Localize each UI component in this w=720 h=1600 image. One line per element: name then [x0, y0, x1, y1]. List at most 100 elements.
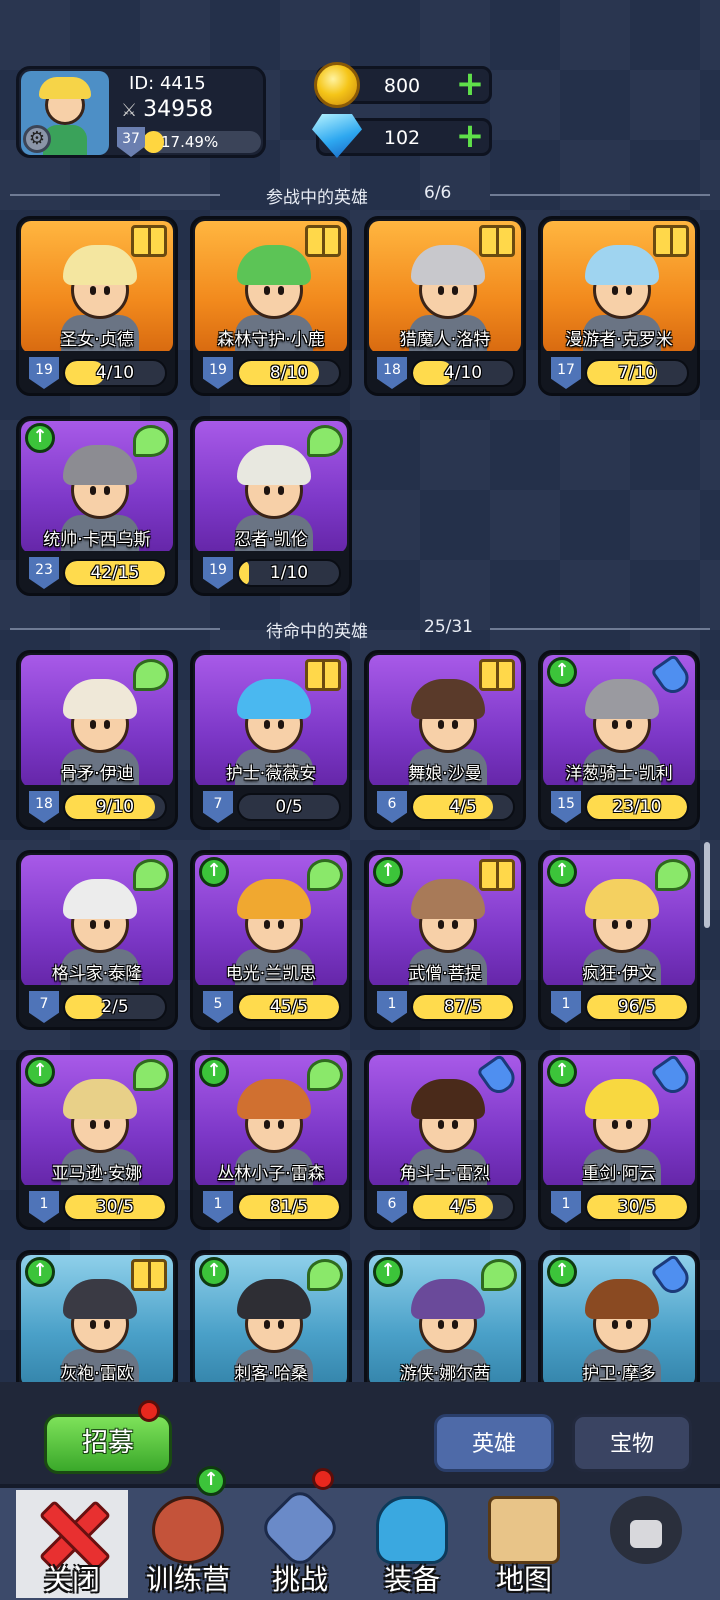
hero-progress-row: 6 4/5: [367, 1185, 523, 1227]
hero-shard-count: 7/10: [617, 363, 657, 383]
skill-book-icon: [131, 225, 167, 257]
hero-shard-bar: 4/10: [63, 359, 167, 387]
hero-card[interactable]: 护士·薇薇安 7 0/5: [190, 650, 352, 830]
hero-name: 武僧·菩提: [408, 964, 482, 984]
hero-name: 猎魔人·洛特: [399, 330, 491, 350]
add-gold-button[interactable]: +: [455, 67, 485, 101]
hero-progress-row: 1 87/5: [367, 985, 523, 1027]
player-id: ID: 4415: [129, 73, 206, 94]
hero-shard-count: 42/15: [90, 563, 140, 583]
hero-card[interactable]: 忍者·凯伦 19 1/10: [190, 416, 352, 596]
hero-card[interactable]: 舞娘·沙曼 6 4/5: [364, 650, 526, 830]
hero-card[interactable]: 武僧·菩提 ↑ 1 87/5: [364, 850, 526, 1030]
hero-name: 骨矛·伊迪: [60, 764, 134, 784]
upgrade-arrow-icon: ↑: [25, 1057, 55, 1087]
nav-map[interactable]: 地图: [468, 1490, 580, 1598]
hero-card[interactable]: 重剑·阿云 ↑ 1 30/5: [538, 1050, 700, 1230]
hero-level-shield-icon: 18: [377, 357, 407, 389]
scrollbar[interactable]: [704, 842, 710, 928]
wing-icon: [307, 425, 343, 457]
hero-card[interactable]: 电光·兰凯思 ↑ 5 45/5: [190, 850, 352, 1030]
hero-level-shield-icon: 15: [551, 791, 581, 823]
hero-shard-count: 0/5: [275, 797, 303, 817]
hero-card[interactable]: 角斗士·雷烈 6 4/5: [364, 1050, 526, 1230]
nav-challenge[interactable]: 挑战: [244, 1468, 356, 1598]
close-x-icon: [38, 1500, 104, 1566]
active-heroes-header: 参战中的英雄 6/6: [0, 183, 720, 208]
hero-level-shield-icon: 17: [551, 357, 581, 389]
hero-progress-row: 1 30/5: [541, 1185, 697, 1227]
armor-icon: [376, 1496, 448, 1564]
hero-name: 重剑·阿云: [582, 1164, 656, 1184]
hero-card[interactable]: 洋葱骑士·凯利 ↑ 15 23/10: [538, 650, 700, 830]
hero-progress-row: 18 9/10: [19, 785, 175, 827]
wing-icon: [655, 859, 691, 891]
skill-book-icon: [131, 1259, 167, 1291]
hero-hair: [585, 245, 659, 285]
gold-coin-icon: [314, 62, 360, 108]
hero-hair: [63, 1279, 137, 1319]
upgrade-arrow-icon: ↑: [547, 857, 577, 887]
hero-card[interactable]: 亚马逊·安娜 ↑ 1 30/5: [16, 1050, 178, 1230]
hero-progress-row: 19 1/10: [193, 551, 349, 593]
hero-level-shield-icon: 5: [203, 991, 233, 1023]
hero-hair: [411, 1279, 485, 1319]
recruit-button[interactable]: 招募: [44, 1414, 172, 1474]
nav-equipment[interactable]: 装备: [356, 1490, 468, 1598]
hero-hair: [63, 879, 137, 919]
tab-heroes[interactable]: 英雄: [434, 1414, 554, 1472]
challenge-notification-dot: [312, 1468, 334, 1490]
standby-heroes-title: 待命中的英雄: [266, 622, 368, 642]
hero-name: 亚马逊·安娜: [51, 1164, 143, 1184]
add-gems-button[interactable]: +: [455, 119, 485, 153]
hero-name: 游侠·娜尔茜: [399, 1364, 491, 1384]
upgrade-arrow-icon: ↑: [199, 857, 229, 887]
nav-locked[interactable]: [590, 1490, 702, 1598]
hero-card[interactable]: 圣女·贞德 19 4/10: [16, 216, 178, 396]
upgrade-arrow-icon: ↑: [547, 657, 577, 687]
hero-card[interactable]: 漫游者·克罗米 17 7/10: [538, 216, 700, 396]
hero-shard-bar: 4/5: [411, 1193, 515, 1221]
upgrade-arrow-icon: ↑: [199, 1057, 229, 1087]
hero-hair: [411, 245, 485, 285]
nav-close[interactable]: 关闭: [16, 1490, 128, 1598]
standby-heroes-count: 25/31: [424, 617, 473, 637]
hero-progress-row: 5 45/5: [193, 985, 349, 1027]
skill-book-icon: [305, 659, 341, 691]
hero-name: 护士·薇薇安: [225, 764, 317, 784]
gem-value: 102: [383, 127, 421, 149]
hero-hair: [237, 679, 311, 719]
settings-gear-icon[interactable]: ⚙: [23, 125, 51, 153]
hero-level-shield-icon: 23: [29, 557, 59, 589]
hero-card[interactable]: 格斗家·泰隆 7 2/5: [16, 850, 178, 1030]
hero-progress-row: 6 4/5: [367, 785, 523, 827]
hero-hair: [585, 1279, 659, 1319]
hero-card[interactable]: 森林守护·小鹿 19 8/10: [190, 216, 352, 396]
hero-level-shield-icon: 1: [551, 991, 581, 1023]
hero-shard-bar: 42/15: [63, 559, 167, 587]
hero-shard-count: 96/5: [617, 997, 657, 1017]
player-avatar[interactable]: ⚙: [21, 71, 109, 155]
hero-shard-count: 4/10: [95, 363, 135, 383]
recruit-notification-dot: [138, 1400, 160, 1422]
nav-training-camp[interactable]: ↑ 训练营: [132, 1466, 244, 1598]
hero-shard-bar: 45/5: [237, 993, 341, 1021]
hero-card[interactable]: 统帅·卡西乌斯 ↑ 23 42/15: [16, 416, 178, 596]
upgrade-arrow-icon: ↑: [547, 1257, 577, 1287]
hero-level-shield-icon: 1: [551, 1191, 581, 1223]
nav-close-label: 关闭: [43, 1563, 100, 1596]
player-profile[interactable]: ⚙ ID: 4415 ⚔ 34958 17.49% 37: [16, 66, 266, 158]
hero-hair: [585, 879, 659, 919]
hero-hair: [411, 679, 485, 719]
hero-card[interactable]: 猎魔人·洛特 18 4/10: [364, 216, 526, 396]
hero-shard-bar: 0/5: [237, 793, 341, 821]
treasure-map-icon: [488, 1496, 560, 1564]
hero-hair: [63, 679, 137, 719]
hero-card[interactable]: 骨矛·伊迪 18 9/10: [16, 650, 178, 830]
hero-card[interactable]: 疯狂·伊文 ↑ 1 96/5: [538, 850, 700, 1030]
upgrade-arrow-icon: ↑: [373, 857, 403, 887]
hero-level-shield-icon: 6: [377, 791, 407, 823]
hero-shard-count: 2/5: [101, 997, 129, 1017]
tab-treasure[interactable]: 宝物: [572, 1414, 692, 1472]
hero-card[interactable]: 丛林小子·雷森 ↑ 1 81/5: [190, 1050, 352, 1230]
